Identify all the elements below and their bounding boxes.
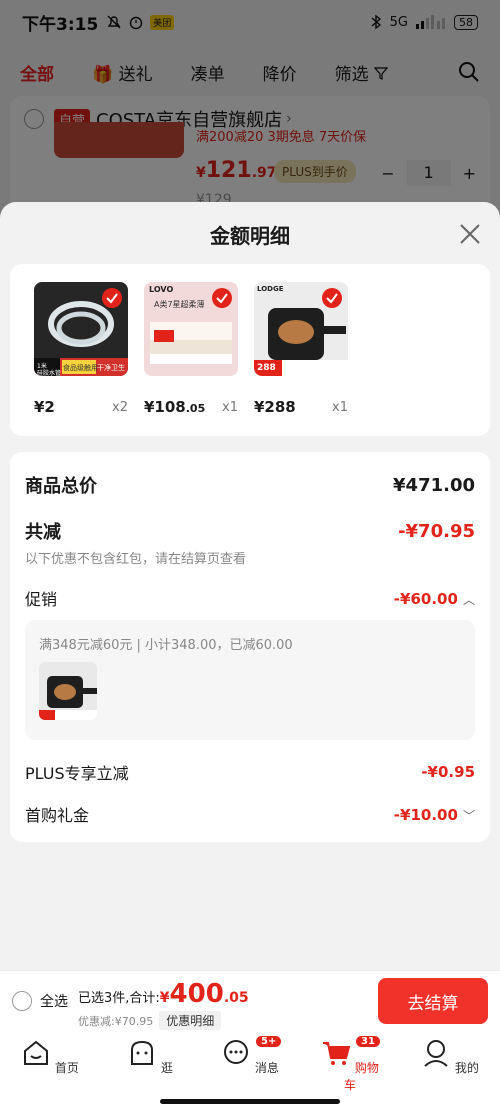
select-all-checkbox[interactable]	[12, 991, 32, 1011]
discount-detail-button[interactable]: 优惠明细	[159, 1011, 222, 1030]
item-thumbnail: 1米 硅胶水管 食品级触用 干净卫生	[34, 282, 128, 376]
promo-label: 促销	[25, 590, 58, 609]
plus-value: -¥0.95	[421, 763, 475, 781]
reduce-label: 共减	[25, 522, 61, 543]
promo-detail-box: 满348元减60元 | 小计348.00，已减60.00	[25, 620, 475, 740]
sheet-title: 金额明细	[210, 224, 290, 248]
price-summary-card: 商品总价 ¥471.00 共减 -¥70.95 以下优惠不包含红包，请在结算页查…	[10, 452, 490, 842]
home-icon	[24, 1040, 49, 1065]
cart-icon	[323, 1042, 351, 1065]
plus-label: PLUS专享立减	[25, 764, 129, 783]
checkout-total: 已选3件,合计:¥400.05	[78, 979, 249, 1009]
checked-icon	[212, 288, 232, 308]
reduce-value: -¥70.95	[398, 520, 475, 542]
total-label: 商品总价	[25, 476, 97, 497]
checked-icon	[322, 288, 342, 308]
promo-row[interactable]: 促销 -¥60.00 ︿	[25, 586, 475, 610]
discount-info: 优惠减:¥70.95 优惠明细	[78, 1011, 222, 1030]
tab-browse[interactable]: 逛	[120, 1038, 180, 1076]
browse-icon	[131, 1040, 154, 1065]
first-purchase-value: -¥10.00	[393, 805, 458, 824]
promo-detail-text: 满348元减60元 | 小计348.00，已减60.00	[39, 638, 293, 653]
plus-row: PLUS专享立减 -¥0.95	[25, 760, 475, 784]
message-icon	[224, 1040, 249, 1064]
close-icon[interactable]	[458, 222, 482, 246]
item-qty: x1	[332, 400, 348, 415]
grill-pan-image	[39, 676, 97, 720]
tab-messages[interactable]: 消息 5+	[220, 1036, 282, 1076]
item-qty: x2	[112, 400, 128, 415]
checkout-button[interactable]: 去结算	[378, 978, 488, 1024]
item-qty: x1	[222, 400, 238, 415]
chevron-up-icon: ︿	[462, 592, 475, 607]
tab-mine[interactable]: 我的	[420, 1038, 480, 1076]
cart-badge: 31	[356, 1036, 380, 1047]
selected-item[interactable]: 1米 硅胶水管 食品级触用 干净卫生 ¥2 x2	[34, 282, 128, 416]
amount-detail-sheet: 金额明细 1米 硅胶水管 食品级触用 干净卫生 ¥2 x2 LOVO A类7星超…	[0, 202, 500, 970]
checkout-bar: 全选 已选3件,合计:¥400.05 优惠减:¥70.95 优惠明细 去结算	[0, 970, 500, 1032]
item-thumbnail: LOVO A类7星超柔薄	[144, 282, 238, 376]
profile-icon	[424, 1040, 448, 1067]
total-row: 商品总价 ¥471.00	[25, 472, 475, 498]
total-value: ¥471.00	[393, 474, 475, 496]
chevron-down-icon: ﹀	[462, 808, 475, 823]
select-all[interactable]: 全选	[12, 991, 68, 1011]
promo-item-thumbnail[interactable]	[39, 662, 97, 720]
reduce-note: 以下优惠不包含红包，请在结算页查看	[25, 552, 247, 567]
tab-cart[interactable]: 购物车 31	[320, 1036, 380, 1093]
item-price: ¥288	[254, 398, 296, 416]
tab-home[interactable]: 首页	[20, 1038, 80, 1076]
item-price: ¥2	[34, 398, 55, 416]
selected-item[interactable]: LODGE 288 ¥288 x1	[254, 282, 348, 416]
reduce-row: 共减 -¥70.95	[25, 518, 475, 544]
first-purchase-row[interactable]: 首购礼金 -¥10.00 ﹀	[25, 802, 475, 826]
messages-badge: 5+	[256, 1036, 282, 1047]
discount-text: 优惠减:¥70.95	[78, 1014, 154, 1028]
selected-item[interactable]: LOVO A类7星超柔薄 ¥108.05 x1	[144, 282, 238, 416]
item-thumbnail: LODGE 288	[254, 282, 348, 376]
select-all-label: 全选	[40, 994, 68, 1010]
home-indicator	[160, 1099, 340, 1104]
first-purchase-label: 首购礼金	[25, 806, 90, 825]
promo-value: -¥60.00	[393, 589, 458, 608]
item-price: ¥108.05	[144, 398, 206, 416]
selected-items-card: 1米 硅胶水管 食品级触用 干净卫生 ¥2 x2 LOVO A类7星超柔薄 ¥1…	[10, 264, 490, 436]
checked-icon	[102, 288, 122, 308]
